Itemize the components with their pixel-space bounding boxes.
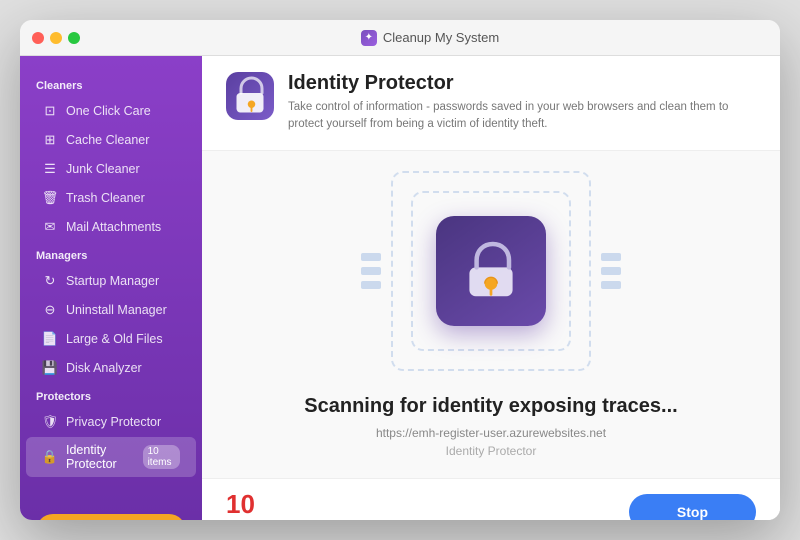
scan-title: Scanning for identity exposing traces...: [304, 395, 677, 418]
sidebar-item-label: Privacy Protector: [66, 415, 161, 429]
sidebar-item-privacy-protector[interactable]: 🛡 Privacy Protector: [26, 408, 196, 436]
bracket-segment: [601, 281, 621, 289]
cache-cleaner-icon: ⊞: [42, 132, 58, 148]
sidebar-item-label: Identity Protector: [66, 443, 135, 471]
shield-icon: 🛡: [42, 414, 58, 430]
title-bar-center: ✦ Cleanup My System: [92, 30, 768, 46]
sidebar-item-label: Disk Analyzer: [66, 361, 142, 375]
close-button[interactable]: [32, 32, 44, 44]
startup-icon: ↻: [42, 273, 58, 289]
header-text-block: Identity Protector Take control of infor…: [288, 72, 756, 134]
sidebar-item-label: Junk Cleaner: [66, 162, 140, 176]
bracket-right: [601, 253, 621, 289]
title-bar: ✦ Cleanup My System: [20, 20, 780, 56]
section-label-protectors: Protectors: [20, 383, 202, 407]
bracket-segment: [361, 281, 381, 289]
content-header: Identity Protector Take control of infor…: [202, 56, 780, 151]
identity-protector-badge: 10 items: [143, 445, 180, 469]
sidebar-item-label: Startup Manager: [66, 274, 159, 288]
minimize-button[interactable]: [50, 32, 62, 44]
trash-cleaner-icon: 🗑: [42, 190, 58, 206]
bracket-segment: [601, 253, 621, 261]
identity-protector-header-icon: [226, 72, 274, 120]
window-title: Cleanup My System: [383, 30, 499, 45]
header-title: Identity Protector: [288, 72, 756, 95]
sidebar-item-one-click-care[interactable]: ⊡ One Click Care: [26, 97, 196, 125]
lock-icon: 🔒: [42, 449, 58, 465]
section-label-cleaners: Cleaners: [20, 72, 202, 96]
sidebar-item-large-old-files[interactable]: 📄 Large & Old Files: [26, 325, 196, 353]
junk-cleaner-icon: ☰: [42, 161, 58, 177]
bracket-segment: [601, 267, 621, 275]
sidebar-item-label: Large & Old Files: [66, 332, 163, 346]
scan-sub-label: Identity Protector: [446, 444, 537, 458]
sidebar-item-junk-cleaner[interactable]: ☰ Junk Cleaner: [26, 155, 196, 183]
unlock-full-version-button[interactable]: Unlock Full Version: [36, 514, 186, 520]
items-count: 10: [226, 491, 293, 517]
bottom-bar: 10 Items Found Stop: [202, 478, 780, 521]
app-icon: ✦: [361, 30, 377, 46]
maximize-button[interactable]: [68, 32, 80, 44]
sidebar-item-uninstall-manager[interactable]: ⊖ Uninstall Manager: [26, 296, 196, 324]
bracket-segment: [361, 253, 381, 261]
bracket-left: [361, 253, 381, 289]
sidebar-item-label: Mail Attachments: [66, 220, 161, 234]
lock-icon-bg: [436, 216, 546, 326]
scan-url: https://emh-register-user.azurewebsites.…: [376, 426, 606, 440]
unlock-btn-container: Unlock Full Version: [20, 498, 202, 520]
sidebar-item-startup-manager[interactable]: ↻ Startup Manager: [26, 267, 196, 295]
main-layout: Cleaners ⊡ One Click Care ⊞ Cache Cleane…: [20, 56, 780, 520]
lock-graphic: [391, 171, 591, 371]
scan-area: Scanning for identity exposing traces...…: [202, 151, 780, 478]
sidebar: Cleaners ⊡ One Click Care ⊞ Cache Cleane…: [20, 56, 202, 520]
app-window: ✦ Cleanup My System Cleaners ⊡ One Click…: [20, 20, 780, 520]
sidebar-item-mail-attachments[interactable]: ✉ Mail Attachments: [26, 213, 196, 241]
one-click-care-icon: ⊡: [42, 103, 58, 119]
uninstall-icon: ⊖: [42, 302, 58, 318]
sidebar-item-trash-cleaner[interactable]: 🗑 Trash Cleaner: [26, 184, 196, 212]
bracket-segment: [361, 267, 381, 275]
sidebar-item-disk-analyzer[interactable]: 💾 Disk Analyzer: [26, 354, 196, 382]
sidebar-item-label: Uninstall Manager: [66, 303, 167, 317]
sidebar-item-label: Trash Cleaner: [66, 191, 145, 205]
mail-icon: ✉: [42, 219, 58, 235]
disk-icon: 💾: [42, 360, 58, 376]
items-found-label: Items Found: [226, 519, 293, 521]
section-label-managers: Managers: [20, 242, 202, 266]
files-icon: 📄: [42, 331, 58, 347]
header-description: Take control of information - passwords …: [288, 99, 756, 134]
traffic-lights: [32, 32, 80, 44]
items-found-block: 10 Items Found: [226, 491, 293, 521]
stop-button[interactable]: Stop: [629, 494, 756, 521]
sidebar-item-cache-cleaner[interactable]: ⊞ Cache Cleaner: [26, 126, 196, 154]
content-area: Identity Protector Take control of infor…: [202, 56, 780, 520]
sidebar-item-label: One Click Care: [66, 104, 151, 118]
sidebar-item-label: Cache Cleaner: [66, 133, 149, 147]
sidebar-item-identity-protector[interactable]: 🔒 Identity Protector 10 items: [26, 437, 196, 477]
